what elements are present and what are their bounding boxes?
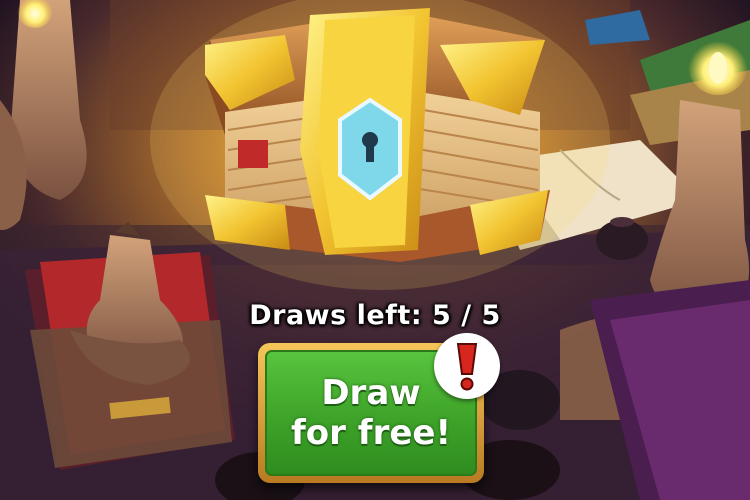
exclamation-icon [456, 343, 478, 391]
draw-button-label-line2: for free! [291, 413, 451, 453]
alert-badge [434, 333, 500, 399]
draw-button-label-line1: Draw [321, 373, 421, 413]
draws-left-label: Draws left: 5 / 5 [249, 300, 501, 331]
book-chest-icon [150, 0, 610, 290]
